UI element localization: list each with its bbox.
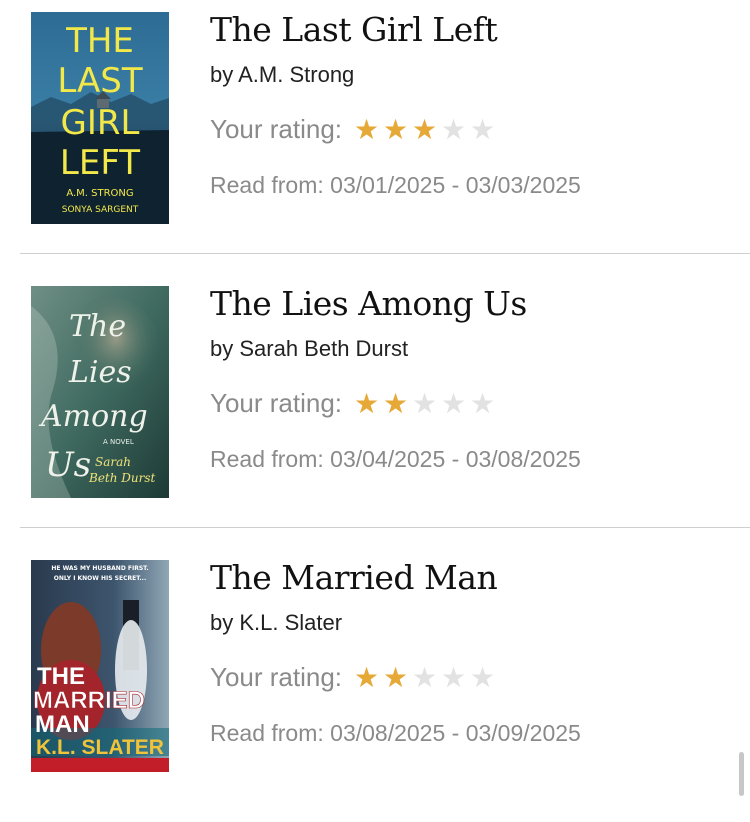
- cover-title-line: The: [69, 309, 126, 344]
- divider: [20, 253, 750, 254]
- cover-author: SONYA SARGENT: [62, 205, 139, 215]
- star-icon[interactable]: ★: [381, 389, 410, 418]
- book-item[interactable]: HE WAS MY HUSBAND FIRST. ONLY I KNOW HIS…: [0, 548, 750, 822]
- book-title[interactable]: The Married Man: [210, 558, 498, 597]
- read-dates: Read from: 03/08/2025 - 03/09/2025: [210, 720, 581, 746]
- star-rating[interactable]: ★ ★ ★ ★ ★: [352, 389, 497, 418]
- star-icon[interactable]: ★: [439, 663, 468, 692]
- rating-label: Your rating:: [210, 114, 343, 144]
- cover-tagline: ONLY I KNOW HIS SECRET...: [54, 575, 146, 582]
- rating-row: Your rating: ★ ★ ★ ★ ★: [210, 662, 497, 693]
- cover-author: A.M. STRONG: [66, 188, 133, 199]
- star-icon[interactable]: ★: [410, 389, 439, 418]
- cover-title-line: Lies: [68, 355, 132, 390]
- rating-label: Your rating:: [210, 388, 343, 418]
- book-cover[interactable]: The Lies Among Us A NOVEL Sarah Beth Dur…: [31, 286, 169, 498]
- star-icon[interactable]: ★: [352, 115, 381, 144]
- cover-title-line: Among: [38, 399, 148, 434]
- rating-row: Your rating: ★ ★ ★ ★ ★: [210, 388, 497, 419]
- book-author[interactable]: by Sarah Beth Durst: [210, 336, 408, 362]
- star-icon[interactable]: ★: [352, 389, 381, 418]
- star-icon[interactable]: ★: [468, 115, 497, 144]
- cover-title-line: LAST: [57, 61, 143, 101]
- cover-title-line: GIRL: [61, 103, 140, 143]
- book-item[interactable]: THE LAST GIRL LEFT A.M. STRONG SONYA SAR…: [0, 0, 750, 274]
- divider: [20, 527, 750, 528]
- cover-title-line: MAN: [35, 711, 90, 738]
- cover-author: Sarah: [95, 455, 131, 469]
- book-item[interactable]: The Lies Among Us A NOVEL Sarah Beth Dur…: [0, 274, 750, 548]
- rating-row: Your rating: ★ ★ ★ ★ ★: [210, 114, 497, 145]
- star-icon[interactable]: ★: [468, 389, 497, 418]
- cover-author: Beth Durst: [88, 471, 156, 485]
- book-title[interactable]: The Last Girl Left: [210, 10, 498, 49]
- star-rating[interactable]: ★ ★ ★ ★ ★: [352, 115, 497, 144]
- star-icon[interactable]: ★: [439, 389, 468, 418]
- book-title[interactable]: The Lies Among Us: [210, 284, 527, 323]
- scrollbar-thumb[interactable]: [739, 752, 744, 796]
- star-icon[interactable]: ★: [352, 663, 381, 692]
- cover-art-lies-among-us: The Lies Among Us A NOVEL Sarah Beth Dur…: [31, 286, 169, 498]
- read-dates: Read from: 03/04/2025 - 03/08/2025: [210, 446, 581, 472]
- cover-title-line: THE: [65, 21, 134, 61]
- book-author[interactable]: by K.L. Slater: [210, 610, 342, 636]
- cover-title-line: MARRIED: [33, 687, 145, 714]
- star-icon[interactable]: ★: [410, 115, 439, 144]
- cover-art-married-man: HE WAS MY HUSBAND FIRST. ONLY I KNOW HIS…: [31, 560, 169, 772]
- rating-label: Your rating:: [210, 662, 343, 692]
- book-author[interactable]: by A.M. Strong: [210, 62, 354, 88]
- cover-title-line: LEFT: [60, 143, 140, 183]
- book-cover[interactable]: THE LAST GIRL LEFT A.M. STRONG SONYA SAR…: [31, 12, 169, 224]
- read-dates: Read from: 03/01/2025 - 03/03/2025: [210, 172, 581, 198]
- cover-tag: A NOVEL: [103, 438, 134, 446]
- cover-author: K.L. SLATER: [36, 736, 164, 759]
- star-icon[interactable]: ★: [381, 115, 410, 144]
- cover-title-line: Us: [45, 445, 91, 485]
- reading-list: THE LAST GIRL LEFT A.M. STRONG SONYA SAR…: [0, 0, 750, 799]
- book-cover[interactable]: HE WAS MY HUSBAND FIRST. ONLY I KNOW HIS…: [31, 560, 169, 772]
- cover-tagline: HE WAS MY HUSBAND FIRST.: [51, 565, 148, 572]
- star-rating[interactable]: ★ ★ ★ ★ ★: [352, 663, 497, 692]
- star-icon[interactable]: ★: [439, 115, 468, 144]
- cover-art-last-girl-left: THE LAST GIRL LEFT A.M. STRONG SONYA SAR…: [31, 12, 169, 224]
- star-icon[interactable]: ★: [410, 663, 439, 692]
- cover-title-line: THE: [37, 663, 85, 690]
- star-icon[interactable]: ★: [468, 663, 497, 692]
- star-icon[interactable]: ★: [381, 663, 410, 692]
